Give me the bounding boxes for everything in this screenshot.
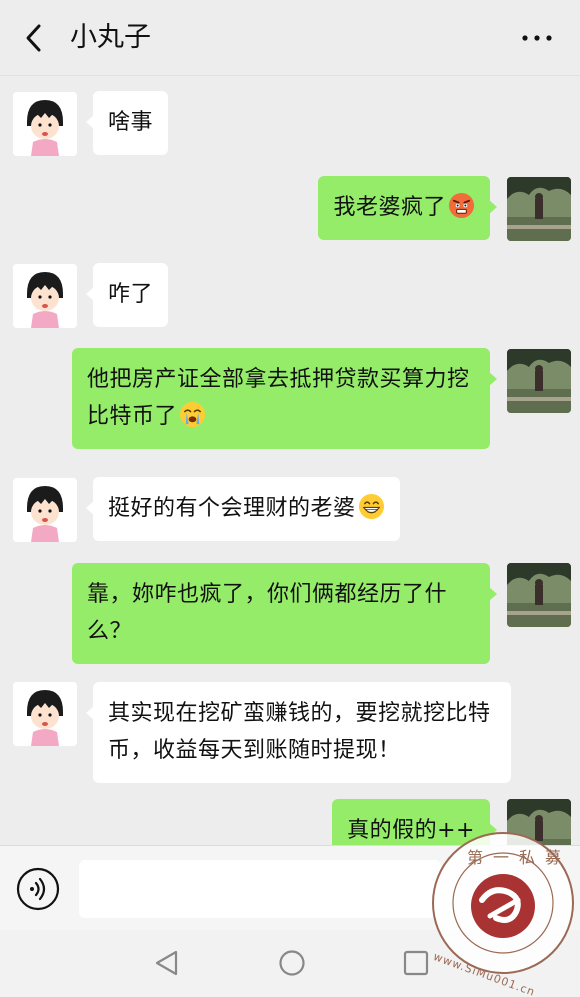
landscape-avatar-icon xyxy=(507,349,571,413)
message-bubble[interactable]: 啥事 xyxy=(85,91,169,155)
nav-recent-button[interactable] xyxy=(401,948,431,978)
message-list[interactable]: 啥事 我老婆疯了 咋了 他把房产证全部拿去抵押贷款买算力挖比特币了 挺好的有个会… xyxy=(0,77,580,845)
more-button[interactable] xyxy=(520,26,554,50)
message-bubble[interactable]: 我老婆疯了 xyxy=(318,176,497,240)
message-text: 其实现在挖矿蛮赚钱的，要挖就挖比特币，收益每天到账随时提现！ xyxy=(108,701,491,763)
maruko-avatar-icon xyxy=(13,478,77,542)
voice-button[interactable] xyxy=(16,867,60,911)
message-bubble[interactable]: 咋了 xyxy=(85,263,169,327)
message-text: 挺好的有个会理财的老婆 xyxy=(108,496,356,521)
angry-face-emoji xyxy=(448,192,475,219)
message-bubble[interactable]: 其实现在挖矿蛮赚钱的，要挖就挖比特币，收益每天到账随时提现！ xyxy=(86,682,511,783)
my-avatar[interactable] xyxy=(507,349,571,413)
my-avatar[interactable] xyxy=(507,563,571,627)
voice-wave-icon xyxy=(16,867,60,911)
crying-face-emoji xyxy=(179,401,206,428)
chat-title: 小丸子 xyxy=(70,22,151,53)
landscape-avatar-icon xyxy=(507,563,571,627)
maruko-avatar-icon xyxy=(13,264,77,328)
watermark-seal: 第一私募 www.SiMu001.cn xyxy=(430,830,576,997)
message-bubble[interactable]: 挺好的有个会理财的老婆 xyxy=(86,477,400,541)
message-bubble[interactable]: 靠，妳咋也疯了，你们俩都经历了什么？ xyxy=(72,563,497,664)
contact-avatar[interactable] xyxy=(13,682,77,746)
message-text: 靠，妳咋也疯了，你们俩都经历了什么？ xyxy=(87,582,448,644)
maruko-avatar-icon xyxy=(13,92,77,156)
grinning-face-emoji xyxy=(358,493,384,520)
message-text: 咋了 xyxy=(108,282,154,307)
chat-header: 小丸子 xyxy=(0,0,580,76)
nav-home-button[interactable] xyxy=(277,948,307,978)
message-text: 我老婆疯了 xyxy=(333,195,446,220)
my-avatar[interactable] xyxy=(507,177,571,241)
more-dots-icon xyxy=(522,35,552,41)
maruko-avatar-icon xyxy=(13,682,77,746)
triangle-back-icon xyxy=(155,950,178,976)
back-button[interactable] xyxy=(18,20,54,56)
chevron-left-icon xyxy=(26,24,41,52)
landscape-avatar-icon xyxy=(507,177,571,241)
message-input[interactable] xyxy=(79,860,441,918)
watermark-title: 第一私募 xyxy=(467,848,572,867)
square-recent-icon xyxy=(403,950,429,976)
contact-avatar[interactable] xyxy=(13,264,77,328)
message-bubble[interactable]: 他把房产证全部拿去抵押贷款买算力挖比特币了 xyxy=(72,348,497,449)
message-text: 他把房产证全部拿去抵押贷款买算力挖比特币了 xyxy=(87,367,470,429)
contact-avatar[interactable] xyxy=(13,478,77,542)
nav-back-button[interactable] xyxy=(152,948,182,978)
message-text: 啥事 xyxy=(108,110,154,135)
contact-avatar[interactable] xyxy=(13,92,77,156)
circle-home-icon xyxy=(279,950,305,976)
